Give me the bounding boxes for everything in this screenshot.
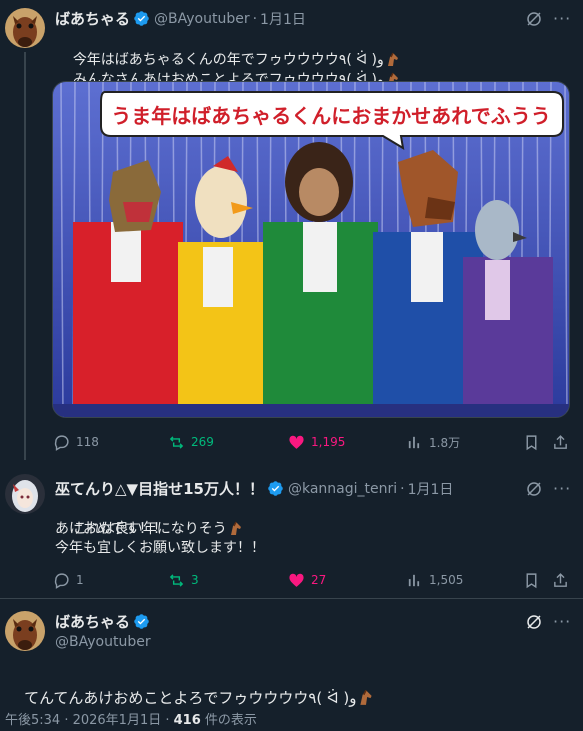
bookmark-button[interactable] <box>523 572 540 589</box>
reply-button[interactable]: 118 <box>53 434 99 451</box>
grok-icon[interactable] <box>525 480 543 498</box>
tweet-2-actions: 1 3 27 1,505 <box>0 570 583 590</box>
like-button[interactable]: 27 <box>288 572 326 589</box>
views-button[interactable]: 1.8万 <box>406 434 460 451</box>
avatar-kannagi-tenri[interactable] <box>5 474 45 514</box>
bookmark-icon <box>526 572 537 588</box>
tweet-2[interactable]: 巫てんり△▼目指せ15万人！！ @kannagi_tenri · 1月1日 ··… <box>0 462 583 594</box>
display-name[interactable]: 巫てんり△▼目指せ15万人！！ <box>55 478 264 499</box>
handle[interactable]: @BAyoutuber <box>154 11 250 27</box>
share-icon <box>554 434 567 449</box>
horse-emoji-icon <box>228 520 244 536</box>
views-count: 1.8万 <box>429 435 461 450</box>
share-button[interactable] <box>552 572 569 589</box>
view-label: 件の表示 <box>200 713 257 728</box>
tweet-text-line-3: 今年も宜しくお願い致します！！ <box>55 540 265 556</box>
views-icon <box>408 574 420 586</box>
retweet-count: 3 <box>191 573 199 587</box>
reply-icon <box>54 572 69 589</box>
bookmark-icon <box>526 434 537 450</box>
retweet-button[interactable]: 3 <box>168 572 199 589</box>
tweet-2-header: 巫てんり△▼目指せ15万人！！ @kannagi_tenri · 1月1日 <box>55 478 454 499</box>
heart-icon <box>289 435 304 449</box>
avatar-bayoutuber[interactable] <box>5 611 45 651</box>
reply-button[interactable]: 1 <box>53 572 84 589</box>
verified-badge-icon <box>133 613 150 630</box>
like-count: 1,195 <box>311 435 346 449</box>
display-name[interactable]: ばあちゃる <box>55 611 130 632</box>
grok-icon[interactable] <box>525 10 543 28</box>
retweet-icon <box>169 573 184 587</box>
banner-text: うま年はばあちゃるくんにおまかせあれでふうう <box>111 104 551 128</box>
tweet-1-header: ばあちゃる @BAyoutuber · 1月1日 <box>55 8 306 29</box>
tweet-1-actions: 118 269 1,195 1.8万 <box>0 432 583 452</box>
more-icon[interactable]: ··· <box>553 11 571 27</box>
heart-icon <box>289 573 304 587</box>
views-button[interactable]: 1,505 <box>406 572 463 589</box>
like-count: 27 <box>311 573 327 587</box>
tweet-3-timestamp: 午後5:34 · 2026年1月1日 · 416 件の表示 <box>5 709 257 728</box>
like-button[interactable]: 1,195 <box>288 434 345 451</box>
reply-count: 1 <box>76 573 84 587</box>
thread-line <box>24 52 26 460</box>
verified-badge-icon <box>267 480 284 497</box>
avatar-bayoutuber[interactable] <box>5 8 45 48</box>
views-icon <box>408 436 420 448</box>
handle[interactable]: @BAyoutuber <box>55 634 151 650</box>
tweet-image[interactable]: うま年はばあちゃるくんにおまかせあれでふうう <box>52 81 570 418</box>
reply-count: 118 <box>76 435 99 449</box>
retweet-button[interactable]: 269 <box>168 434 214 451</box>
bookmark-button[interactable] <box>523 434 540 451</box>
verified-badge-icon <box>133 10 150 27</box>
post-time[interactable]: 午後5:34 · 2026年1月1日 · <box>5 713 174 728</box>
share-icon <box>554 572 567 587</box>
tweet-3-header: ばあちゃる <box>55 611 150 632</box>
tweet-date[interactable]: 1月1日 <box>408 479 454 499</box>
tweet-text-line-2: あけおめです！！ <box>55 521 167 537</box>
tweet-date[interactable]: 1月1日 <box>260 9 306 29</box>
more-icon[interactable]: ··· <box>553 614 571 630</box>
handle[interactable]: @kannagi_tenri <box>288 481 397 497</box>
retweet-icon <box>169 435 184 449</box>
reply-icon <box>54 434 69 451</box>
views-count: 1,505 <box>429 573 464 587</box>
view-count: 416 <box>173 713 201 728</box>
horse-emoji-icon <box>357 688 375 706</box>
display-name[interactable]: ばあちゃる <box>55 8 130 29</box>
more-icon[interactable]: ··· <box>553 481 571 497</box>
share-button[interactable] <box>552 434 569 451</box>
grok-icon[interactable] <box>525 613 543 631</box>
retweet-count: 269 <box>191 435 214 449</box>
tweet-1[interactable]: ばあちゃる @BAyoutuber · 1月1日 ··· 今年はばあちゃるくんの… <box>0 0 583 460</box>
